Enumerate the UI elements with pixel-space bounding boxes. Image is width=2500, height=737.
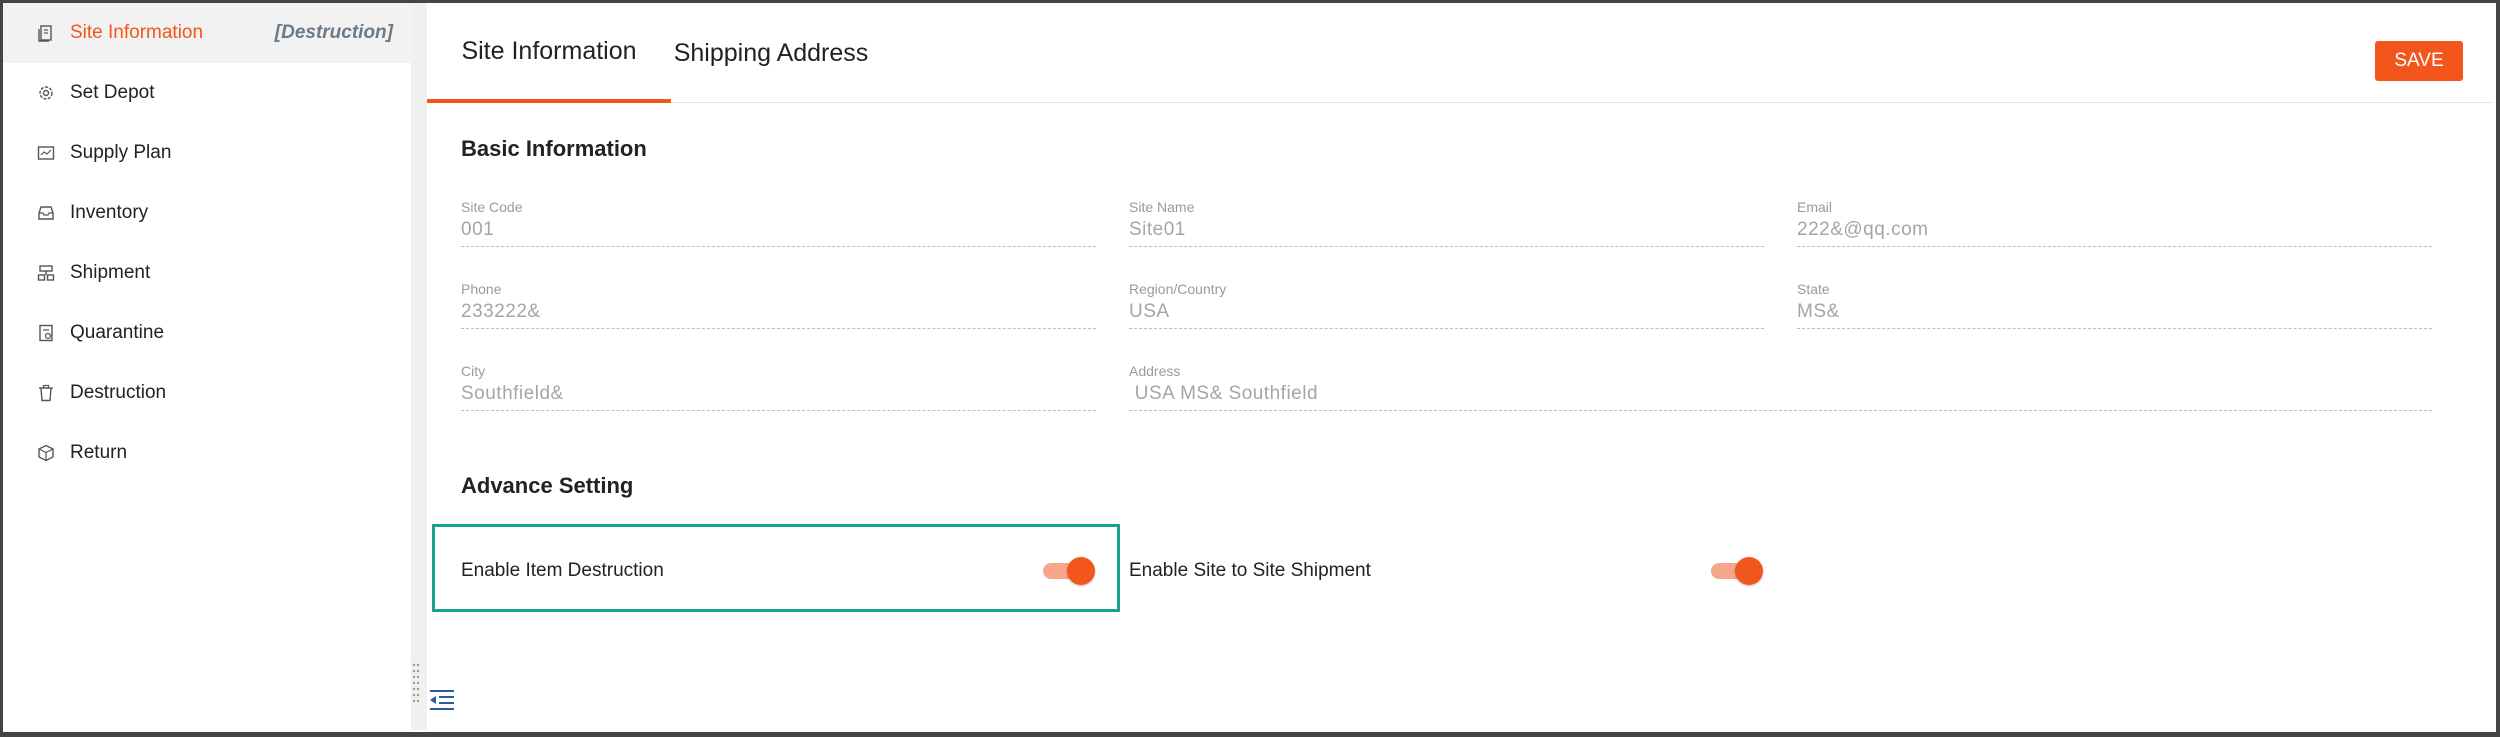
address-field[interactable]: Address [1129,363,2432,411]
sidebar-item-label: Set Depot [70,82,155,103]
tab-label: Site Information [461,36,637,65]
toggle-knob [1735,557,1763,585]
sidebar-divider [411,3,427,730]
sidebar-item-site-information[interactable]: Site Information [Destruction] [3,3,411,63]
field-label: City [461,363,486,379]
city-field[interactable]: City [461,363,1096,411]
sidebar-item-label: Return [70,442,128,463]
document-icon [38,25,52,42]
site-name-field[interactable]: Site Name [1129,199,1764,247]
site-name-input[interactable] [1129,217,1764,243]
sidebar-item-label: Shipment [70,262,151,283]
tab-shipping-address[interactable]: Shipping Address [671,3,871,103]
resize-handle[interactable] [412,662,420,708]
collapse-sidebar-icon[interactable] [428,688,456,714]
main-panel: Site Information Shipping Address SAVE B… [427,3,2493,730]
basic-information-title: Basic Information [461,136,647,161]
inbox-icon [38,206,54,220]
city-input[interactable] [461,381,1096,407]
shipment-icon [37,265,55,281]
field-label: Site Name [1129,199,1195,215]
field-label: Site Code [461,199,523,215]
phone-input[interactable] [461,299,1096,325]
gear-icon [39,86,53,100]
sidebar-item-label: Destruction [70,382,167,403]
field-label: Phone [461,281,502,297]
save-button[interactable]: SAVE [2375,41,2463,81]
enable-site-to-site-shipment-row: Enable Site to Site Shipment [1129,551,1764,591]
field-label: Address [1129,363,1181,379]
sidebar-item-inventory[interactable]: Inventory [3,183,411,243]
highlight-box [432,524,1120,612]
tab-label: Shipping Address [673,38,869,67]
site-code-field[interactable]: Site Code [461,199,1096,247]
sidebar-item-label: Quarantine [70,322,165,343]
state-input[interactable] [1797,299,2432,325]
address-input[interactable] [1129,381,2432,407]
sidebar-item-destruction[interactable]: Destruction [3,363,411,423]
enable-site-to-site-shipment-toggle[interactable] [1711,557,1763,585]
field-label: Region/Country [1129,281,1227,297]
advance-setting-title: Advance Setting [461,473,634,498]
sidebar-item-supply-plan[interactable]: Supply Plan [3,123,411,183]
field-label: State [1797,281,1830,297]
email-field[interactable]: Email [1797,199,2432,247]
sidebar-item-return[interactable]: Return [3,423,411,483]
tab-bar: Site Information Shipping Address SAVE [427,3,2493,103]
region-country-field[interactable]: Region/Country [1129,281,1764,329]
state-field[interactable]: State [1797,281,2432,329]
toggle-label: Enable Site to Site Shipment [1129,560,1371,581]
sidebar-item-label: Inventory [70,202,149,223]
sidebar-item-shipment[interactable]: Shipment [3,243,411,303]
field-label: Email [1797,199,1833,215]
region-country-input[interactable] [1129,299,1764,325]
quarantine-icon [39,324,53,342]
phone-field[interactable]: Phone [461,281,1096,329]
email-input[interactable] [1797,217,2432,243]
site-code-input[interactable] [461,217,1096,243]
trash-icon [39,384,53,402]
sidebar-item-quarantine[interactable]: Quarantine [3,303,411,363]
site-type-tag: [Destruction] [274,22,393,43]
tab-site-information[interactable]: Site Information [427,3,671,103]
sidebar-item-set-depot[interactable]: Set Depot [3,63,411,123]
calendar-icon [37,146,55,160]
sidebar-item-label: Site Information [70,22,204,43]
sidebar-item-label: Supply Plan [70,142,172,163]
box-icon [38,444,54,462]
sidebar: Site Information [Destruction] Set Depot… [3,3,411,730]
